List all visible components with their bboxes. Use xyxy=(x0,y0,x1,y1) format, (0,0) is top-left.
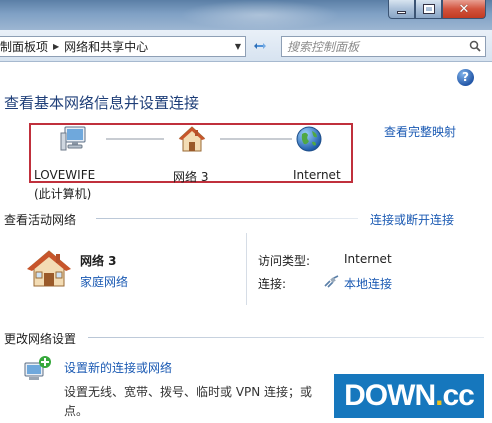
setup-connection-description-line: 设置无线、宽带、拨号、临时或 VPN 连接；或 xyxy=(64,385,313,399)
search-input[interactable] xyxy=(282,37,462,56)
maximize-icon xyxy=(422,4,435,14)
active-network-name: 网络 3 xyxy=(80,254,117,268)
section-divider xyxy=(96,218,358,219)
network-setup-icon[interactable] xyxy=(22,355,52,383)
map-node-internet-label: Internet xyxy=(293,168,341,182)
title-bar: ✕ xyxy=(0,0,492,30)
computer-icon[interactable] xyxy=(60,125,88,153)
map-connector-line xyxy=(106,138,164,140)
maximize-button[interactable] xyxy=(415,0,442,19)
ethernet-icon xyxy=(324,275,339,288)
address-bar: 制面板项 ▶ 网络和共享中心 ▼ xyxy=(0,30,492,62)
watermark-logo: DOWN. cc xyxy=(334,374,484,418)
view-full-map-link[interactable]: 查看完整映射 xyxy=(384,123,456,140)
help-icon[interactable]: ? xyxy=(457,69,474,86)
breadcrumb-separator-icon[interactable]: ▶ xyxy=(53,42,59,51)
setup-connection-link[interactable]: 设置新的连接或网络 xyxy=(64,359,172,376)
minimize-button[interactable] xyxy=(388,0,415,19)
content-pane: ? 查看基本网络信息并设置连接 查看完整映射 LOVEWIFE (此计算机) 网… xyxy=(0,63,492,423)
change-settings-heading: 更改网络设置 xyxy=(4,332,77,346)
house-icon[interactable] xyxy=(178,125,206,153)
watermark-suffix: cc xyxy=(442,379,474,412)
globe-icon[interactable] xyxy=(295,125,323,153)
title-bar-glow xyxy=(180,0,340,30)
search-box xyxy=(281,36,486,57)
breadcrumb[interactable]: 制面板项 ▶ 网络和共享中心 ▼ xyxy=(0,36,246,57)
house-icon xyxy=(27,250,71,287)
close-icon: ✕ xyxy=(458,1,470,17)
refresh-button[interactable] xyxy=(250,39,270,55)
breadcrumb-item-control-panel-items[interactable]: 制面板项 xyxy=(0,38,48,55)
refresh-icon xyxy=(254,43,266,49)
map-connector-line xyxy=(220,138,292,140)
map-node-network-label: 网络 3 xyxy=(173,170,209,184)
section-divider xyxy=(88,337,484,338)
map-node-computer-sublabel: (此计算机) xyxy=(34,187,92,201)
map-node-computer-label: LOVEWIFE xyxy=(34,168,96,182)
page-title: 查看基本网络信息并设置连接 xyxy=(4,94,200,112)
minimize-icon xyxy=(397,10,406,14)
access-type-label: 访问类型: xyxy=(258,254,311,268)
active-networks-heading: 查看活动网络 xyxy=(4,213,77,227)
connect-disconnect-link[interactable]: 连接或断开连接 xyxy=(370,211,454,228)
window-controls: ✕ xyxy=(388,0,486,19)
breadcrumb-item-network-center[interactable]: 网络和共享中心 xyxy=(64,38,148,55)
setup-connection-description: 设置无线、宽带、拨号、临时或 VPN 连接；或 点。 xyxy=(64,383,364,421)
address-dropdown-icon[interactable]: ▼ xyxy=(235,42,241,51)
search-icon[interactable] xyxy=(469,40,481,52)
setup-connection-description-line: 点。 xyxy=(64,404,89,418)
access-type-value: Internet xyxy=(344,252,392,266)
network-type-link[interactable]: 家庭网络 xyxy=(80,273,128,290)
watermark-dot: . xyxy=(435,379,443,412)
local-connection-link[interactable]: 本地连接 xyxy=(344,275,392,292)
column-separator xyxy=(246,233,247,305)
watermark-text: DOWN xyxy=(344,379,436,412)
close-button[interactable]: ✕ xyxy=(442,0,486,19)
connections-label: 连接: xyxy=(258,277,287,291)
